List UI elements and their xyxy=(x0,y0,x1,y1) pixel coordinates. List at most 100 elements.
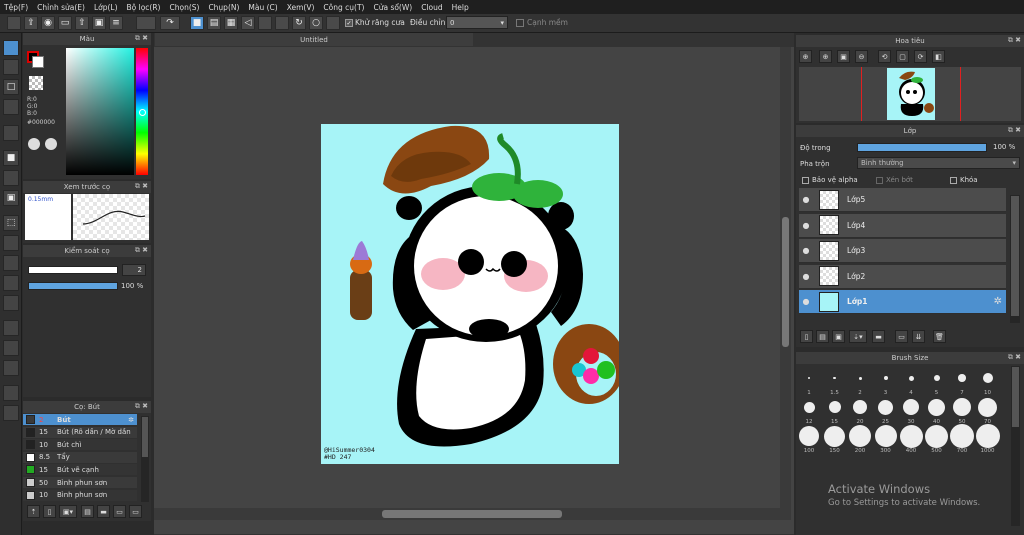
new-icon[interactable] xyxy=(7,16,21,30)
grid-icon[interactable]: ▦ xyxy=(224,16,238,30)
brush-size-option[interactable] xyxy=(925,424,948,448)
zoom-out-icon[interactable]: ⊖ xyxy=(855,50,868,63)
close-icon[interactable]: ⧉ ✖ xyxy=(135,34,148,43)
brush-list-item[interactable]: 10 Bình phun sơn xyxy=(23,489,137,501)
drawing-canvas[interactable]: @HiSummer0304 #HD 247 xyxy=(321,124,619,464)
brush-list-item[interactable]: 15 Bút (Rõ dần / Mờ dần xyxy=(23,426,137,438)
fill-square-icon[interactable]: ■ xyxy=(190,16,204,30)
hue-handle[interactable] xyxy=(139,109,146,116)
brush-size-option[interactable] xyxy=(982,373,993,383)
folder-icon[interactable]: ▬ xyxy=(97,505,110,518)
visibility-icon[interactable]: ● xyxy=(799,297,813,306)
zoom-tool-icon[interactable] xyxy=(3,320,19,336)
redo-icon[interactable]: ↷ xyxy=(160,16,180,30)
brush-size-slider[interactable] xyxy=(28,266,118,274)
menu-item[interactable]: Tệp(F) xyxy=(4,3,28,12)
brush-size-option[interactable] xyxy=(878,399,893,415)
menu-item[interactable]: Cloud xyxy=(421,3,442,12)
brush-size-option[interactable] xyxy=(903,399,919,415)
share-icon[interactable]: ⇧ xyxy=(75,16,89,30)
brush-size-option[interactable] xyxy=(853,400,867,414)
menu-item[interactable]: Cửa sổ(W) xyxy=(373,3,412,12)
eraser-tool-icon[interactable] xyxy=(3,59,19,75)
circle-select-icon[interactable]: ○ xyxy=(309,16,323,30)
transparent-color[interactable] xyxy=(29,76,43,90)
brush-size-option[interactable] xyxy=(858,376,862,380)
close-icon[interactable]: ⧉ ✖ xyxy=(1008,353,1021,362)
speech-bubble-icon[interactable]: ◉ xyxy=(41,16,55,30)
brush-list-item[interactable]: 10 Bút chì xyxy=(23,439,137,451)
wand-tool-icon[interactable] xyxy=(3,235,19,251)
merge-layer-icon[interactable]: ⇊ xyxy=(912,330,925,343)
clipping-checkbox[interactable] xyxy=(876,176,883,184)
brush-size-value[interactable]: 2 xyxy=(122,264,146,276)
menu-item[interactable]: Lớp(L) xyxy=(94,3,118,12)
brush-size-option[interactable] xyxy=(958,374,966,382)
duplicate-layer-icon[interactable]: ▭ xyxy=(895,330,908,343)
menu-item[interactable]: Chọn(S) xyxy=(169,3,199,12)
brush-size-option[interactable] xyxy=(808,377,810,379)
shape-tool-icon[interactable]: ▣ xyxy=(3,190,19,206)
rotate-left-icon[interactable]: ⟲ xyxy=(878,50,891,63)
layer-row[interactable]: ● Lớp1 ✲ xyxy=(799,290,1006,314)
brush-size-option[interactable] xyxy=(978,397,997,417)
visibility-icon[interactable]: ● xyxy=(799,221,813,230)
perspective-icon[interactable]: ◁ xyxy=(241,16,255,30)
hatch-icon[interactable]: ▤ xyxy=(207,16,221,30)
brush-size-option[interactable] xyxy=(928,398,945,416)
soft-edge-checkbox[interactable] xyxy=(516,18,524,27)
marquee-tool-icon[interactable]: ⬚ xyxy=(3,215,19,231)
tool-slot-6[interactable] xyxy=(275,16,289,30)
brush-opacity-slider[interactable] xyxy=(28,282,118,290)
tool-slot-5[interactable] xyxy=(258,16,272,30)
brush-size-option[interactable] xyxy=(849,425,871,447)
brush-size-option[interactable] xyxy=(883,376,888,380)
blank-tool-button[interactable] xyxy=(136,16,156,30)
palette-swap-icon[interactable] xyxy=(45,138,57,150)
flip-icon[interactable]: ◧ xyxy=(932,50,945,63)
brush-size-option[interactable] xyxy=(874,425,897,447)
ruler-tool-icon[interactable] xyxy=(3,360,19,376)
color-swatch-icon[interactable] xyxy=(326,16,340,30)
image-icon[interactable]: ▣ xyxy=(92,16,106,30)
close-icon[interactable]: ⧉ ✖ xyxy=(1008,126,1021,135)
folder-icon[interactable]: ▬ xyxy=(872,330,885,343)
lock-checkbox[interactable] xyxy=(950,176,957,184)
brush-size-scrollbar[interactable] xyxy=(1011,366,1020,526)
duplicate-icon[interactable]: ▭ xyxy=(113,505,126,518)
gear-icon[interactable]: ✲ xyxy=(128,416,134,424)
new-layer-image-icon[interactable]: ▣ xyxy=(832,330,845,343)
document-tab[interactable]: Untitled xyxy=(155,33,473,46)
align-icon[interactable]: ≡ xyxy=(109,16,123,30)
add-brush-dropdown[interactable]: ▣▾ xyxy=(59,505,77,518)
vertical-scrollbar[interactable] xyxy=(780,47,791,520)
protect-alpha-checkbox[interactable] xyxy=(802,176,809,184)
layer-row[interactable]: ● Lớp5 xyxy=(799,188,1006,212)
adjust-select[interactable]: 0 ▾ xyxy=(446,16,508,29)
lasso-tool-icon[interactable] xyxy=(3,99,19,115)
upload-icon[interactable]: ⇡ xyxy=(27,505,40,518)
fit-page-icon[interactable]: ▢ xyxy=(896,50,909,63)
brush-list-item[interactable]: 50 Bình phun sơn xyxy=(23,477,137,488)
horizontal-scrollbar[interactable] xyxy=(154,508,780,520)
brush-list-scrollbar[interactable] xyxy=(141,416,149,502)
panel-tool-icon[interactable] xyxy=(3,405,19,421)
visibility-icon[interactable]: ● xyxy=(799,195,813,204)
layer-row[interactable]: ● Lớp2 xyxy=(799,264,1006,289)
menu-item[interactable]: Help xyxy=(452,3,469,12)
antialias-checkbox[interactable]: ✓ xyxy=(345,18,353,27)
menu-item[interactable]: Màu (C) xyxy=(248,3,277,12)
new-layer-alt-icon[interactable]: ▤ xyxy=(816,330,829,343)
text-tool-icon[interactable] xyxy=(3,255,19,271)
rotate-tool-icon[interactable] xyxy=(3,340,19,356)
delete-brush-icon[interactable]: ▭ xyxy=(129,505,142,518)
fill-tool-icon[interactable]: ■ xyxy=(3,150,19,166)
brush-settings-icon[interactable]: ▤ xyxy=(81,505,94,518)
layer-opacity-slider[interactable] xyxy=(857,143,987,152)
brush-list-item[interactable]: 2 Bút ✲ xyxy=(23,414,137,425)
navigator-view[interactable] xyxy=(799,67,1021,121)
brush-size-option[interactable] xyxy=(953,398,971,416)
visibility-icon[interactable]: ● xyxy=(799,272,813,281)
menu-item[interactable]: Bộ lọc(R) xyxy=(127,3,161,12)
eyedropper-tool-icon[interactable] xyxy=(3,275,19,291)
